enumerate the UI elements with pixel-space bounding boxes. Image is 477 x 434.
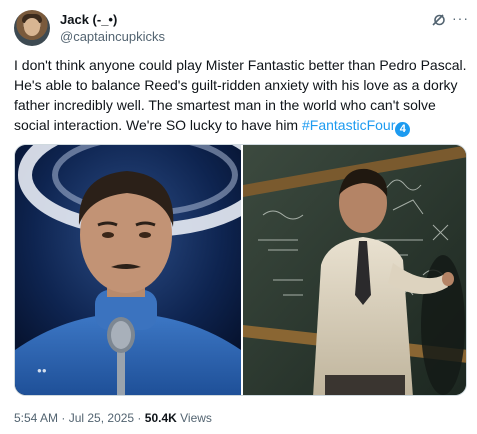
avatar[interactable] [14, 10, 50, 46]
more-icon[interactable]: ··· [452, 11, 468, 28]
meta-separator: · [134, 411, 145, 425]
tweet-card[interactable]: Jack (-_•) @captaincupkicks ··· I don't … [0, 0, 477, 434]
hashtag-link[interactable]: #FantasticFour [302, 117, 395, 133]
man-at-chalkboard-photo[interactable] [243, 145, 466, 395]
man-at-microphone-photo[interactable]: ●● [15, 145, 241, 395]
author-display-name[interactable]: Jack (-_•) [60, 12, 117, 27]
tweet-date[interactable]: Jul 25, 2025 [69, 411, 134, 425]
tweet-time[interactable]: 5:54 AM [14, 411, 58, 425]
author-handle[interactable]: @captaincupkicks [60, 29, 165, 44]
views-label: Views [176, 411, 212, 425]
views-count: 50.4K [144, 411, 177, 425]
media-caption: ●● [37, 366, 47, 375]
media-grid[interactable]: ●● [14, 144, 467, 396]
grok-icon[interactable] [430, 12, 446, 28]
hashtag-emoji: 4 [395, 122, 411, 137]
tweet-text: I don't think anyone could play Mister F… [14, 55, 469, 137]
meta-separator: · [58, 411, 69, 425]
tweet-meta: 5:54 AM · Jul 25, 2025 · 50.4K Views [14, 411, 212, 425]
avatar-face [24, 18, 40, 36]
